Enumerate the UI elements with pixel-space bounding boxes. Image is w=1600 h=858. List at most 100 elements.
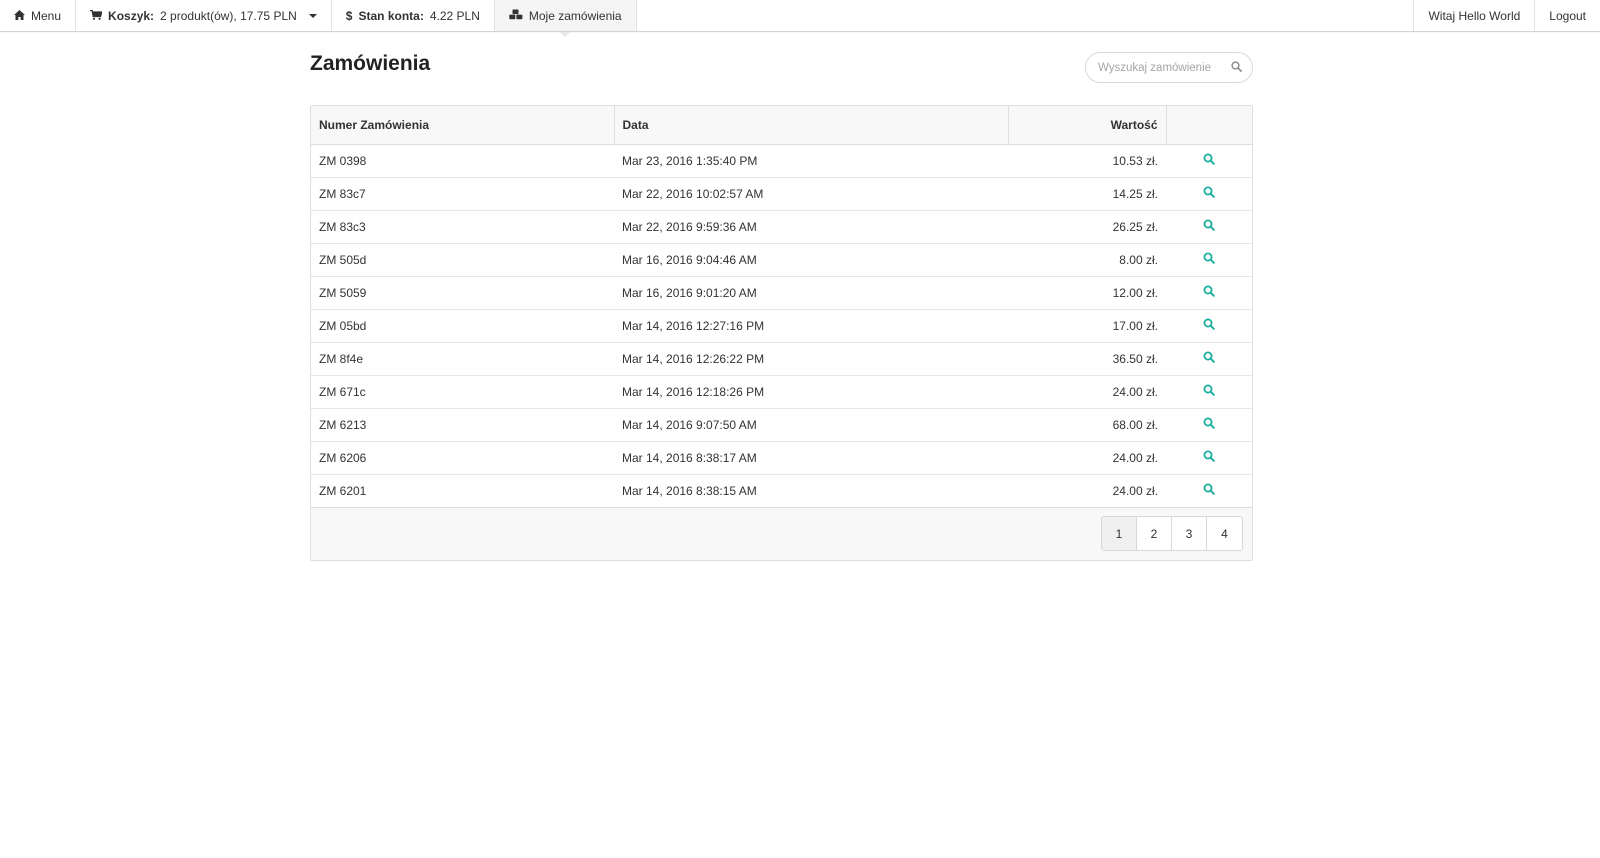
page-link-3[interactable]: 3 (1172, 517, 1207, 550)
order-actions-cell (1166, 309, 1252, 343)
table-row: ZM 83c3 Mar 22, 2016 9:59:36 AM 26.25 zł. (311, 210, 1252, 244)
welcome-label: Witaj Hello World (1428, 8, 1521, 23)
order-value: 14.25 zł. (1008, 177, 1166, 211)
order-number: ZM 83c7 (311, 177, 614, 211)
order-date: Mar 22, 2016 9:59:36 AM (614, 210, 1008, 244)
cart-label: Koszyk: (108, 8, 155, 23)
order-search-box[interactable] (1085, 52, 1253, 83)
order-actions-cell (1166, 177, 1252, 211)
magnifier-icon[interactable] (1203, 153, 1215, 168)
search-icon[interactable] (1231, 59, 1242, 77)
orders-table: Numer Zamówienia Data Wartość ZM 0398 Mar… (311, 106, 1252, 508)
order-date: Mar 14, 2016 8:38:17 AM (614, 441, 1008, 475)
magnifier-icon[interactable] (1203, 351, 1215, 366)
order-date: Mar 14, 2016 9:07:50 AM (614, 408, 1008, 442)
main-content: Zamówienia Numer Zamówienia Data Wartość (310, 32, 1253, 561)
nav-balance[interactable]: $ Stan konta: 4.22 PLN (332, 0, 495, 31)
nav-my-orders-label: Moje zamówienia (528, 8, 622, 23)
balance-value: 4.22 PLN (429, 8, 480, 23)
nav-menu[interactable]: Menu (0, 0, 77, 31)
order-date: Mar 16, 2016 9:01:20 AM (614, 276, 1008, 310)
nav-welcome-user[interactable]: Witaj Hello World (1413, 0, 1534, 31)
order-search-input[interactable] (1098, 61, 1222, 74)
order-value: 26.25 zł. (1008, 210, 1166, 244)
order-number: ZM 6206 (311, 441, 614, 475)
order-number: ZM 83c3 (311, 210, 614, 244)
order-number: ZM 0398 (311, 144, 614, 178)
order-value: 24.00 zł. (1008, 375, 1166, 409)
magnifier-icon[interactable] (1203, 384, 1215, 399)
order-value: 8.00 zł. (1008, 243, 1166, 277)
order-actions-cell (1166, 243, 1252, 277)
column-header-order-number[interactable]: Numer Zamówienia (311, 106, 615, 145)
top-navbar: Menu Koszyk: 2 produkt(ów), 17.75 PLN $ … (0, 0, 1600, 37)
magnifier-icon[interactable] (1203, 417, 1215, 432)
magnifier-icon[interactable] (1203, 450, 1215, 465)
magnifier-icon[interactable] (1203, 186, 1215, 201)
order-date: Mar 14, 2016 12:26:22 PM (614, 342, 1008, 376)
order-actions-cell (1166, 276, 1252, 310)
navbar-spacer (637, 0, 1414, 31)
magnifier-icon[interactable] (1203, 483, 1215, 498)
order-date: Mar 16, 2016 9:04:46 AM (614, 243, 1008, 277)
order-number: ZM 505d (311, 243, 614, 277)
magnifier-icon[interactable] (1203, 219, 1215, 234)
table-row: ZM 6201 Mar 14, 2016 8:38:15 AM 24.00 zł. (311, 474, 1252, 508)
home-icon (14, 9, 25, 23)
order-date: Mar 22, 2016 10:02:57 AM (614, 177, 1008, 211)
order-date: Mar 14, 2016 8:38:15 AM (614, 474, 1008, 508)
order-value: 68.00 zł. (1008, 408, 1166, 442)
order-actions-cell (1166, 210, 1252, 244)
magnifier-icon[interactable] (1203, 318, 1215, 333)
balance-label: Stan konta: (358, 8, 424, 23)
logout-link[interactable]: Logout (1534, 0, 1600, 31)
table-row: ZM 505d Mar 16, 2016 9:04:46 AM 8.00 zł. (311, 243, 1252, 277)
order-number: ZM 8f4e (311, 342, 614, 376)
table-row: ZM 83c7 Mar 22, 2016 10:02:57 AM 14.25 zł. (311, 177, 1252, 211)
magnifier-icon[interactable] (1203, 285, 1215, 300)
cart-summary: 2 produkt(ów), 17.75 PLN (160, 8, 297, 23)
dollar-icon: $ (345, 8, 353, 23)
column-header-date[interactable]: Data (614, 106, 1009, 145)
table-row: ZM 0398 Mar 23, 2016 1:35:40 PM 10.53 zł. (311, 144, 1252, 178)
order-number: ZM 05bd (311, 309, 614, 343)
order-number: ZM 5059 (311, 276, 614, 310)
column-header-actions (1166, 106, 1252, 145)
order-date: Mar 14, 2016 12:18:26 PM (614, 375, 1008, 409)
nav-my-orders[interactable]: Moje zamówienia (494, 0, 637, 37)
order-value: 12.00 zł. (1008, 276, 1166, 310)
pagination: 1234 (1101, 516, 1243, 551)
shopping-cart-icon (90, 9, 103, 23)
magnifier-icon[interactable] (1203, 252, 1215, 267)
page-title: Zamówienia (310, 52, 431, 75)
cubes-icon (509, 9, 523, 23)
order-number: ZM 671c (311, 375, 614, 409)
order-actions-cell (1166, 441, 1252, 475)
order-actions-cell (1166, 144, 1252, 178)
table-header-row: Numer Zamówienia Data Wartość (311, 106, 1252, 145)
page-link-2[interactable]: 2 (1137, 517, 1172, 550)
table-row: ZM 8f4e Mar 14, 2016 12:26:22 PM 36.50 zł. (311, 342, 1252, 376)
orders-table-panel: Numer Zamówienia Data Wartość ZM 0398 Mar… (310, 105, 1253, 561)
table-row: ZM 05bd Mar 14, 2016 12:27:16 PM 17.00 zł. (311, 309, 1252, 343)
order-value: 10.53 zł. (1008, 144, 1166, 178)
page-link-1[interactable]: 1 (1102, 517, 1137, 550)
column-header-value[interactable]: Wartość (1008, 106, 1167, 145)
order-actions-cell (1166, 342, 1252, 376)
table-row: ZM 671c Mar 14, 2016 12:18:26 PM 24.00 zł. (311, 375, 1252, 409)
page-header: Zamówienia (310, 32, 1253, 105)
page-link-4[interactable]: 4 (1207, 517, 1242, 550)
order-actions-cell (1166, 474, 1252, 508)
table-footer: 1234 (311, 507, 1252, 560)
table-row: ZM 6213 Mar 14, 2016 9:07:50 AM 68.00 zł. (311, 408, 1252, 442)
order-number: ZM 6213 (311, 408, 614, 442)
order-date: Mar 14, 2016 12:27:16 PM (614, 309, 1008, 343)
nav-cart-dropdown[interactable]: Koszyk: 2 produkt(ów), 17.75 PLN (76, 0, 332, 31)
order-value: 17.00 zł. (1008, 309, 1166, 343)
order-value: 24.00 zł. (1008, 474, 1166, 508)
table-row: ZM 5059 Mar 16, 2016 9:01:20 AM 12.00 zł. (311, 276, 1252, 310)
table-row: ZM 6206 Mar 14, 2016 8:38:17 AM 24.00 zł. (311, 441, 1252, 475)
order-actions-cell (1166, 375, 1252, 409)
order-number: ZM 6201 (311, 474, 614, 508)
order-value: 36.50 zł. (1008, 342, 1166, 376)
